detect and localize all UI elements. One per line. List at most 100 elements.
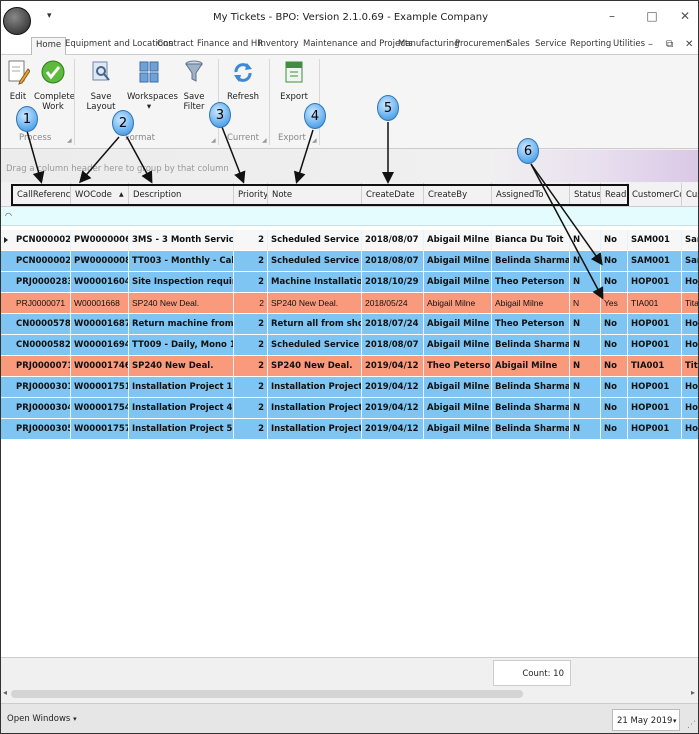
cell-wocode[interactable]: PW00000064 <box>71 230 129 251</box>
cell-assignedto[interactable]: Belinda Sharman <box>492 377 570 398</box>
cell-createby[interactable]: Abigail Milne <box>424 293 492 314</box>
cell-status[interactable]: N <box>570 230 601 251</box>
cell-customercode[interactable]: HOP001 <box>628 335 682 356</box>
ribbon-close-icon[interactable]: ✕ <box>685 39 693 50</box>
cell-createdate[interactable]: 2019/04/12 <box>362 419 424 440</box>
process-group-launcher-icon[interactable]: ◢ <box>67 137 72 144</box>
cell-description[interactable]: Site Inspection required <box>129 272 234 293</box>
cell-customercode[interactable]: HOP001 <box>628 272 682 293</box>
workspaces-button[interactable]: Workspaces ▾ <box>127 59 178 112</box>
cell-callreference[interactable]: PRJ0000071 <box>13 356 71 377</box>
close-icon[interactable]: ✕ <box>675 9 695 23</box>
cell-read[interactable]: No <box>601 251 628 272</box>
ribbon-restore-icon[interactable]: ⧉ <box>666 39 673 50</box>
date-dropdown-icon[interactable]: ▾ <box>673 710 677 732</box>
save-layout-button[interactable]: Save Layout <box>78 59 124 112</box>
tab-home[interactable]: Home <box>31 37 67 56</box>
table-row[interactable]: PRJ0000301 W00001751 Installation Project … <box>1 377 698 398</box>
cell-assignedto[interactable]: Bianca Du Toit <box>492 230 570 251</box>
cell-note[interactable]: SP240 New Deal. <box>268 356 362 377</box>
cell-status[interactable]: N <box>570 356 601 377</box>
cell-priority[interactable]: 2 <box>234 251 268 272</box>
table-row[interactable]: CN0000582W00001694TT009 - Daily, Mono 10… <box>1 335 698 356</box>
scroll-right-icon[interactable]: ▸ <box>691 688 695 697</box>
cell-status[interactable]: N <box>570 419 601 440</box>
auto-filter-row[interactable]: ◠ <box>1 207 698 226</box>
minimize-icon[interactable]: – <box>602 9 622 23</box>
cell-createdate[interactable]: 2019/04/12 <box>362 377 424 398</box>
cell-description[interactable]: SP240 New Deal. <box>129 356 234 377</box>
cell-customercode[interactable]: HOP001 <box>628 314 682 335</box>
tab-manufacturing[interactable]: Manufacturing <box>398 39 460 49</box>
cell-callreference[interactable]: PRJ0000283 <box>13 272 71 293</box>
maximize-icon[interactable]: □ <box>642 9 662 23</box>
cell-callreference[interactable]: PRJ0000071 <box>13 293 71 314</box>
complete-work-button[interactable]: Complete Work <box>34 59 75 112</box>
cell-assignedto[interactable]: Theo Peterson <box>492 314 570 335</box>
cell-assignedto[interactable]: Belinda Sharman <box>492 251 570 272</box>
cell-customer[interactable]: Hop <box>682 377 698 398</box>
cell-customer[interactable]: Hop <box>682 398 698 419</box>
cell-read[interactable]: No <box>601 419 628 440</box>
tab-procurement[interactable]: Procurement <box>455 39 509 49</box>
cell-createdate[interactable]: 2019/04/12 <box>362 356 424 377</box>
cell-callreference[interactable]: PCN0000027 <box>13 251 71 272</box>
cell-note[interactable]: Scheduled Service <box>268 230 362 251</box>
table-row[interactable]: PCN0000026PW000000643MS - 3 Month Servic… <box>1 230 698 251</box>
cell-wocode[interactable]: W00001604 <box>71 272 129 293</box>
cell-priority[interactable]: 2 <box>234 398 268 419</box>
cell-description[interactable]: Installation Project 1 <box>129 377 234 398</box>
cell-note[interactable]: Machine Installation <box>268 272 362 293</box>
cell-customercode[interactable]: HOP001 <box>628 377 682 398</box>
column-header-customercode[interactable]: CustomerCode <box>628 183 682 207</box>
cell-callreference[interactable]: CN0000582 <box>13 335 71 356</box>
cell-customer[interactable]: San <box>682 230 698 251</box>
tab-finance-and-hr[interactable]: Finance and HR <box>197 39 263 49</box>
scroll-left-icon[interactable]: ◂ <box>3 688 7 697</box>
cell-read[interactable]: No <box>601 272 628 293</box>
cell-createby[interactable]: Abigail Milne <box>424 419 492 440</box>
cell-callreference[interactable]: PRJ0000301 <box>13 377 71 398</box>
format-group-launcher-icon[interactable]: ◢ <box>211 137 216 144</box>
cell-assignedto[interactable]: Theo Peterson <box>492 272 570 293</box>
scrollbar-thumb[interactable] <box>11 690 523 698</box>
table-row[interactable]: PRJ0000071 W00001746 SP240 New Deal. 2 SP240… <box>1 356 698 377</box>
open-windows-button[interactable]: Open Windows ▾ <box>7 714 77 724</box>
cell-priority[interactable]: 2 <box>234 314 268 335</box>
cell-customercode[interactable]: TIA001 <box>628 293 682 314</box>
edit-button[interactable]: Edit <box>5 59 31 102</box>
group-by-panel[interactable]: Drag a column header here to group by th… <box>1 150 698 182</box>
tab-inventory[interactable]: Inventory <box>258 39 299 49</box>
cell-priority[interactable]: 2 <box>234 272 268 293</box>
tab-utilities[interactable]: Utilities <box>613 39 645 49</box>
horizontal-scrollbar[interactable]: ◂ ▸ <box>1 687 698 701</box>
cell-description[interactable]: Installation Project 4 <box>129 398 234 419</box>
cell-description[interactable]: Installation Project 5 <box>129 419 234 440</box>
cell-note[interactable]: Installation Project 4 <box>268 398 362 419</box>
cell-status[interactable]: N <box>570 335 601 356</box>
cell-status[interactable]: N <box>570 251 601 272</box>
cell-assignedto[interactable]: Belinda Sharman <box>492 398 570 419</box>
cell-note[interactable]: Scheduled Service <box>268 335 362 356</box>
cell-createdate[interactable]: 2018/08/07 <box>362 335 424 356</box>
cell-priority[interactable]: 2 <box>234 293 268 314</box>
export-group-launcher-icon[interactable]: ◢ <box>312 137 317 144</box>
cell-read[interactable]: No <box>601 335 628 356</box>
cell-assignedto[interactable]: Abigail Milne <box>492 356 570 377</box>
cell-customer[interactable]: Tita <box>682 293 698 314</box>
cell-status[interactable]: N <box>570 293 601 314</box>
cell-customercode[interactable]: SAM001 <box>628 251 682 272</box>
cell-status[interactable]: N <box>570 398 601 419</box>
cell-createby[interactable]: Abigail Milne <box>424 335 492 356</box>
cell-read[interactable]: No <box>601 314 628 335</box>
table-row[interactable]: PRJ0000071 W00001668 SP240 New Deal. 2 SP240… <box>1 293 698 314</box>
cell-description[interactable]: 3MS - 3 Month Service <box>129 230 234 251</box>
cell-createdate[interactable]: 2018/10/29 <box>362 272 424 293</box>
cell-callreference[interactable]: CN0000578 <box>13 314 71 335</box>
cell-read[interactable]: No <box>601 356 628 377</box>
cell-description[interactable]: Return machine from co... <box>129 314 234 335</box>
table-row[interactable]: PRJ0000283 W00001604 Site Inspection requi… <box>1 272 698 293</box>
cell-assignedto[interactable]: Belinda Sharman <box>492 419 570 440</box>
cell-callreference[interactable]: PRJ0000304 <box>13 398 71 419</box>
cell-customer[interactable]: San <box>682 251 698 272</box>
